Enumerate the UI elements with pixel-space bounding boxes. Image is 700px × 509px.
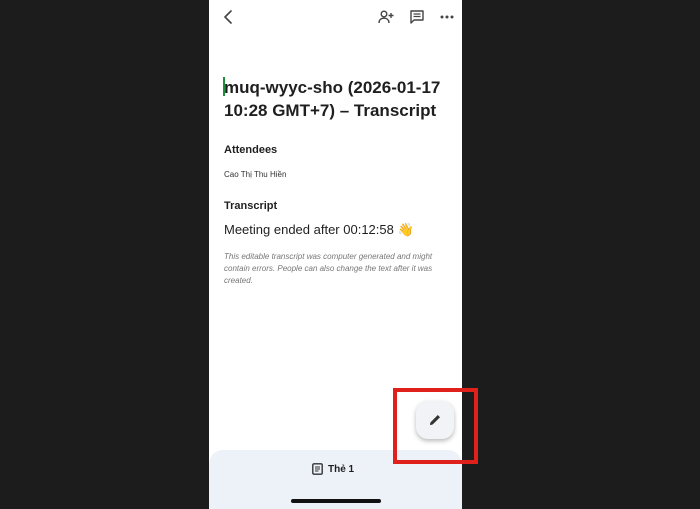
- pencil-icon: [430, 415, 440, 425]
- document-title-text: muq-wyyc-sho (2026-01-17 10:28 GMT+7) – …: [224, 78, 441, 120]
- meeting-ended-text: Meeting ended after 00:12:58 👋: [224, 222, 414, 237]
- comment-button[interactable]: [406, 6, 428, 28]
- tab-label: Thẻ 1: [328, 463, 355, 475]
- comment-icon: [410, 10, 424, 24]
- more-horizontal-icon: [440, 15, 454, 19]
- edit-fab-button[interactable]: [416, 401, 454, 439]
- add-person-button[interactable]: [375, 6, 397, 28]
- back-button[interactable]: [217, 6, 239, 28]
- transcript-heading: Transcript: [224, 200, 278, 212]
- tab-the-1[interactable]: Thẻ 1: [312, 461, 354, 477]
- text-cursor: [223, 77, 225, 96]
- screen: muq-wyyc-sho (2026-01-17 10:28 GMT+7) – …: [0, 0, 700, 509]
- document-icon: [312, 463, 323, 475]
- document-title[interactable]: muq-wyyc-sho (2026-01-17 10:28 GMT+7) – …: [223, 76, 452, 122]
- document-body[interactable]: muq-wyyc-sho (2026-01-17 10:28 GMT+7) – …: [223, 76, 452, 295]
- bottom-tab-bar: Thẻ 1: [209, 450, 462, 509]
- more-options-button[interactable]: [436, 6, 458, 28]
- phone-screen: muq-wyyc-sho (2026-01-17 10:28 GMT+7) – …: [209, 0, 462, 509]
- transcript-disclaimer: This editable transcript was computer ge…: [224, 252, 433, 285]
- attendee-name: Cao Thị Thu Hiền: [224, 170, 287, 179]
- home-indicator: [291, 499, 381, 503]
- add-person-icon: [378, 10, 394, 24]
- back-arrow-icon: [224, 10, 232, 24]
- top-app-bar: [209, 0, 462, 36]
- attendees-heading: Attendees: [224, 144, 278, 156]
